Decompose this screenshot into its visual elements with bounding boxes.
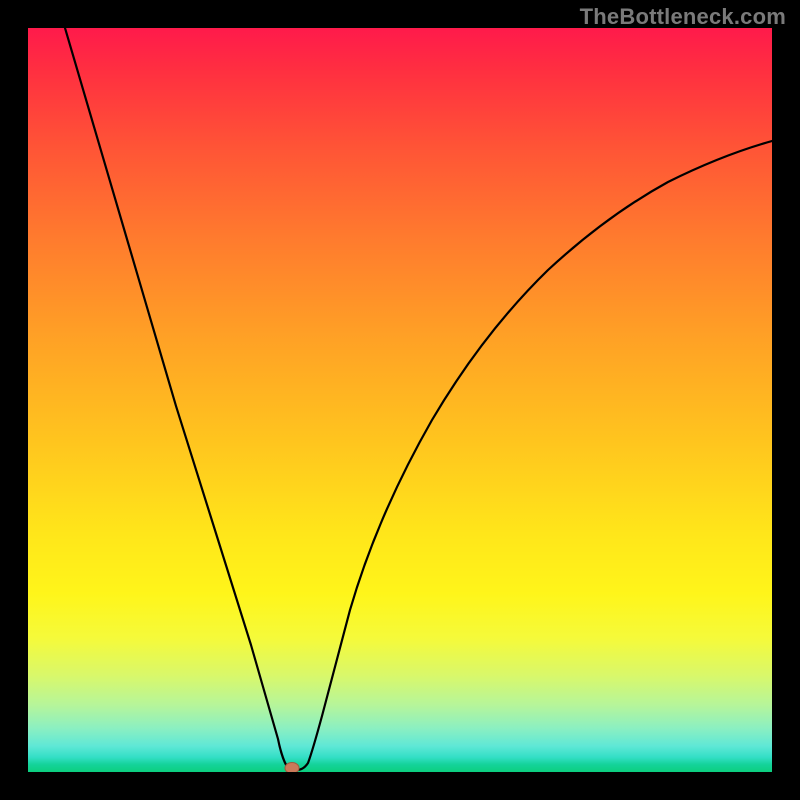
chart-svg <box>28 28 772 772</box>
bottleneck-curve <box>65 28 772 770</box>
optimum-marker <box>285 763 299 773</box>
plot-area <box>28 28 772 772</box>
watermark-text: TheBottleneck.com <box>580 4 786 30</box>
chart-frame: TheBottleneck.com <box>0 0 800 800</box>
